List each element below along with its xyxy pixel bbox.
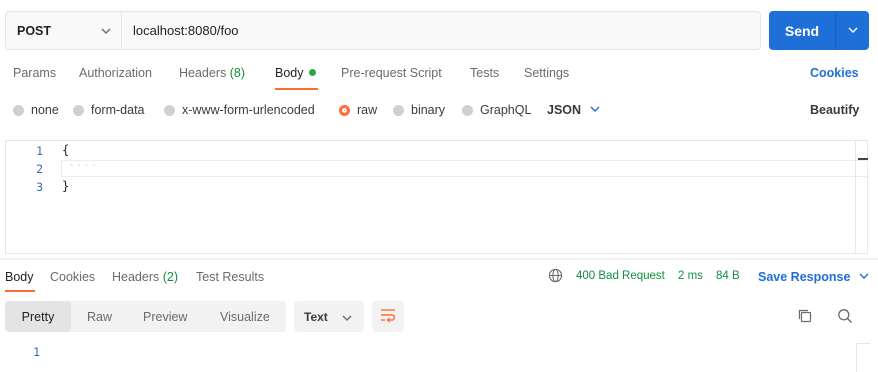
mode-preview[interactable]: Preview	[143, 301, 187, 332]
radio-urlencoded-label: x-www-form-urlencoded	[182, 103, 315, 117]
search-icon	[837, 308, 853, 327]
cookies-link[interactable]: Cookies	[810, 66, 859, 80]
search-button[interactable]	[834, 306, 856, 328]
scroll-marker	[858, 158, 868, 160]
tab-body[interactable]: Body	[275, 66, 316, 80]
response-active-tab-indicator	[5, 290, 35, 292]
copy-button[interactable]	[794, 306, 816, 328]
beautify-link[interactable]: Beautify	[810, 103, 859, 117]
view-mode-segmented-control: Pretty Raw Preview Visualize	[5, 301, 286, 332]
format-select[interactable]: Text	[294, 301, 364, 332]
response-tab-headers[interactable]: Headers (2)	[112, 270, 178, 284]
radio-dot	[73, 104, 84, 116]
radio-dot	[13, 104, 24, 116]
response-line-number: 1	[33, 345, 40, 359]
status-code[interactable]: 400 Bad Request	[576, 270, 665, 282]
body-editor[interactable]: 1 2 3 { ···· }	[5, 140, 868, 254]
radio-graphql-label: GraphQL	[480, 103, 532, 117]
tab-headers[interactable]: Headers (8)	[179, 66, 245, 80]
radio-none[interactable]: none	[13, 103, 59, 117]
send-button-group: Send	[769, 11, 869, 50]
response-size[interactable]: 84 B	[716, 270, 740, 282]
save-response-label: Save Response	[758, 270, 851, 284]
tab-headers-label: Headers	[179, 66, 227, 80]
code-line: {	[62, 143, 70, 157]
chevron-down-icon	[590, 103, 600, 117]
method-label: POST	[17, 23, 52, 38]
tab-prerequest-script[interactable]: Pre-request Script	[341, 66, 442, 80]
response-tab-headers-label: Headers	[112, 270, 160, 284]
chevron-down-icon	[848, 24, 858, 38]
url-text: localhost:8080/foo	[133, 23, 239, 38]
radio-binary-label: binary	[411, 103, 446, 117]
radio-form-data[interactable]: form-data	[73, 103, 145, 117]
send-button[interactable]: Send	[769, 11, 836, 50]
mode-pretty[interactable]: Pretty	[5, 301, 71, 332]
body-indicator-dot	[308, 69, 316, 76]
copy-icon	[797, 308, 813, 327]
radio-dot	[462, 104, 473, 116]
current-line-highlight	[61, 160, 868, 177]
mode-visualize[interactable]: Visualize	[220, 301, 270, 332]
tab-body-label: Body	[275, 66, 304, 80]
active-tab-indicator	[275, 88, 318, 90]
response-time[interactable]: 2 ms	[678, 270, 703, 282]
response-tab-body[interactable]: Body	[5, 270, 34, 284]
chevron-down-icon	[342, 312, 352, 326]
radio-binary[interactable]: binary	[393, 103, 445, 117]
radio-raw-label: raw	[357, 103, 378, 117]
chevron-down-icon	[101, 25, 111, 39]
tab-settings[interactable]: Settings	[524, 66, 569, 80]
line-number: 2	[36, 162, 43, 176]
radio-raw[interactable]: raw	[339, 103, 377, 117]
language-label: JSON	[547, 103, 582, 117]
chevron-down-icon	[859, 270, 869, 284]
code-line-indent: ····	[69, 161, 99, 171]
radio-none-label: none	[31, 103, 59, 117]
url-input[interactable]: localhost:8080/foo	[122, 12, 760, 49]
radio-dot	[393, 104, 404, 116]
headers-count: (8)	[229, 66, 246, 80]
format-label: Text	[304, 309, 328, 324]
wrap-lines-button[interactable]	[372, 301, 404, 332]
wrap-lines-icon	[379, 307, 397, 326]
tab-params[interactable]: Params	[13, 66, 56, 80]
language-select[interactable]: JSON	[547, 103, 600, 117]
line-number: 1	[36, 144, 43, 158]
save-response-button[interactable]: Save Response	[758, 270, 869, 284]
url-bar: POST localhost:8080/foo	[5, 11, 761, 50]
response-headers-count: (2)	[162, 270, 179, 284]
response-scrollbar[interactable]	[856, 343, 870, 372]
radio-dot-selected	[339, 104, 350, 116]
response-tab-test-results[interactable]: Test Results	[196, 270, 264, 284]
method-select[interactable]: POST	[6, 12, 122, 49]
radio-form-data-label: form-data	[91, 103, 145, 117]
radio-graphql[interactable]: GraphQL	[462, 103, 531, 117]
line-number: 3	[36, 180, 43, 194]
pane-divider[interactable]	[0, 258, 878, 260]
request-tabs: Params Authorization Headers (8) Body Pr…	[0, 66, 878, 90]
response-tab-cookies[interactable]: Cookies	[50, 270, 95, 284]
editor-scrollbar[interactable]	[855, 141, 869, 254]
tab-authorization[interactable]: Authorization	[79, 66, 152, 80]
radio-urlencoded[interactable]: x-www-form-urlencoded	[164, 103, 315, 117]
globe-icon[interactable]	[548, 268, 563, 286]
mode-raw[interactable]: Raw	[87, 301, 112, 332]
radio-dot	[164, 104, 175, 116]
send-options-button[interactable]	[836, 11, 869, 50]
tab-tests[interactable]: Tests	[470, 66, 499, 80]
code-line: }	[62, 179, 70, 193]
